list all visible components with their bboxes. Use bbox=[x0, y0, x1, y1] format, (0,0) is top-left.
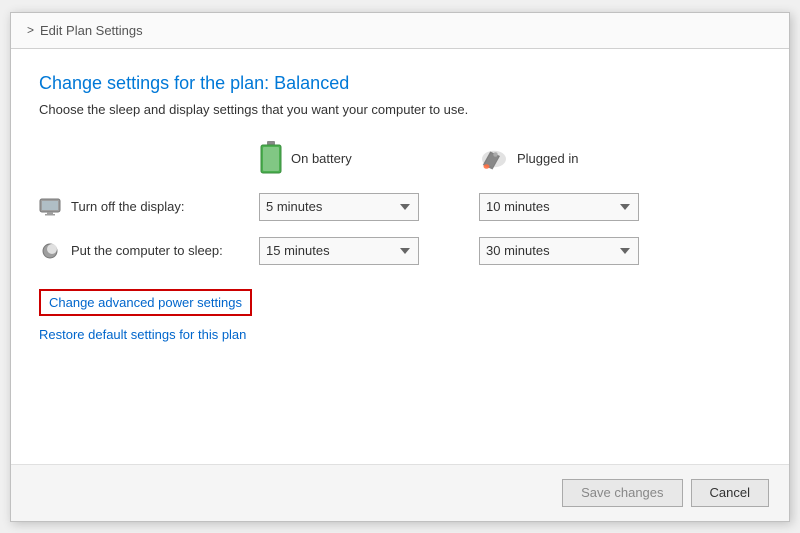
restore-defaults-link[interactable]: Restore default settings for this plan bbox=[39, 327, 246, 342]
breadcrumb-label: Edit Plan Settings bbox=[40, 23, 143, 38]
monitor-icon bbox=[39, 198, 61, 216]
sleep-setting-row: Put the computer to sleep: 1 minute 2 mi… bbox=[39, 237, 761, 265]
page-subtitle: Choose the sleep and display settings th… bbox=[39, 102, 761, 117]
display-setting-label: Turn off the display: bbox=[39, 198, 259, 216]
advanced-power-settings-link[interactable]: Change advanced power settings bbox=[39, 289, 252, 316]
settings-grid: On battery Plugged in bbox=[39, 141, 761, 265]
battery-column-label: On battery bbox=[291, 151, 352, 166]
display-plugged-dropdown[interactable]: 1 minute 2 minutes 3 minutes 5 minutes 1… bbox=[479, 193, 639, 221]
sleep-icon bbox=[39, 242, 61, 260]
power-settings-window: > Edit Plan Settings Change settings for… bbox=[10, 12, 790, 522]
plugged-column-label: Plugged in bbox=[517, 151, 578, 166]
sleep-setting-label: Put the computer to sleep: bbox=[39, 242, 259, 260]
breadcrumb-chevron-icon: > bbox=[27, 23, 34, 37]
page-title: Change settings for the plan: Balanced bbox=[39, 73, 761, 94]
sleep-plugged-dropdown[interactable]: 1 minute 2 minutes 3 minutes 5 minutes 1… bbox=[479, 237, 639, 265]
advanced-link-container: Change advanced power settings bbox=[39, 289, 761, 316]
footer: Save changes Cancel bbox=[11, 464, 789, 521]
display-battery-dropdown-wrap: 1 minute 2 minutes 3 minutes 5 minutes 1… bbox=[259, 193, 419, 221]
display-label-text: Turn off the display: bbox=[71, 199, 184, 214]
display-battery-dropdown[interactable]: 1 minute 2 minutes 3 minutes 5 minutes 1… bbox=[259, 193, 419, 221]
cancel-button[interactable]: Cancel bbox=[691, 479, 769, 507]
sleep-plugged-dropdown-wrap: 1 minute 2 minutes 3 minutes 5 minutes 1… bbox=[479, 237, 639, 265]
column-headers: On battery Plugged in bbox=[39, 141, 761, 177]
restore-link-container: Restore default settings for this plan bbox=[39, 326, 761, 344]
breadcrumb-bar: > Edit Plan Settings bbox=[11, 13, 789, 49]
sleep-battery-dropdown-wrap: 1 minute 2 minutes 3 minutes 5 minutes 1… bbox=[259, 237, 419, 265]
display-dropdowns: 1 minute 2 minutes 3 minutes 5 minutes 1… bbox=[259, 193, 639, 221]
sleep-battery-dropdown[interactable]: 1 minute 2 minutes 3 minutes 5 minutes 1… bbox=[259, 237, 419, 265]
main-content: Change settings for the plan: Balanced C… bbox=[11, 49, 789, 464]
save-changes-button[interactable]: Save changes bbox=[562, 479, 682, 507]
sleep-label-text: Put the computer to sleep: bbox=[71, 243, 223, 258]
display-setting-row: Turn off the display: 1 minute 2 minutes… bbox=[39, 193, 761, 221]
plug-icon bbox=[479, 147, 509, 171]
plugged-column-header: Plugged in bbox=[479, 147, 639, 171]
sleep-dropdowns: 1 minute 2 minutes 3 minutes 5 minutes 1… bbox=[259, 237, 639, 265]
battery-column-header: On battery bbox=[259, 141, 419, 177]
display-plugged-dropdown-wrap: 1 minute 2 minutes 3 minutes 5 minutes 1… bbox=[479, 193, 639, 221]
battery-icon bbox=[259, 141, 283, 177]
